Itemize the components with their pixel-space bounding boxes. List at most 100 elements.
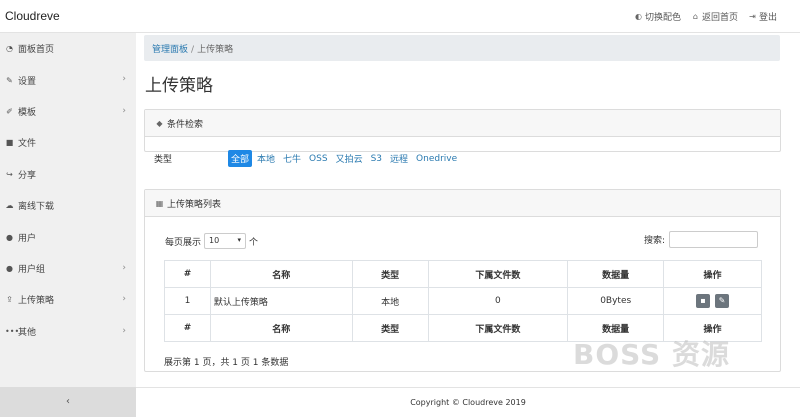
filter-option-local[interactable]: 本地 <box>254 150 278 167</box>
logout-button[interactable]: ⇥ 登出 <box>748 10 777 23</box>
cell-size: 0Bytes <box>567 287 665 315</box>
breadcrumb-current: 上传策略 <box>197 45 234 55</box>
edit-icon: ✎ <box>718 296 726 305</box>
trash-icon: ▪ <box>700 296 706 305</box>
cloud-download-icon: ☁ <box>5 201 14 211</box>
cell-actions: ▪ ✎ <box>663 287 762 315</box>
search-input[interactable] <box>669 231 758 248</box>
filter-option-qiniu[interactable]: 七牛 <box>280 150 304 167</box>
wrench-icon: ✎ <box>6 75 13 85</box>
filter-option-onedrive[interactable]: Onedrive <box>413 152 460 166</box>
sidebar-item-label: 模板 <box>18 107 37 118</box>
column-header-actions: 操作 <box>663 260 762 288</box>
filter-option-upyun[interactable]: 又拍云 <box>333 150 366 167</box>
sidebar-item-upload-policies[interactable]: ⇪ 上传策略 › <box>0 284 136 315</box>
top-actions: ◐ 切换配色 ⌂ 返回首页 ⇥ 登出 <box>634 10 777 23</box>
users-icon: ● <box>6 263 13 273</box>
logout-icon: ⇥ <box>749 12 756 21</box>
column-header-id[interactable]: # <box>164 260 211 288</box>
table-row: 1 默认上传策略 本地 0 0Bytes ▪ ✎ <box>164 287 762 315</box>
edit-button[interactable]: ✎ <box>714 294 729 308</box>
sidebar-item-offline-download[interactable]: ☁ 离线下载 <box>0 190 136 221</box>
column-header-size[interactable]: 数据量 <box>567 260 665 288</box>
chevron-right-icon: › <box>122 262 126 273</box>
watermark: BOSS 资源 <box>573 338 730 371</box>
filter-option-oss[interactable]: OSS <box>306 152 331 166</box>
per-page-select[interactable]: 10 ▾ <box>204 233 247 249</box>
sidebar-item-label: 设置 <box>18 76 37 87</box>
per-page-value: 10 <box>209 236 220 245</box>
filter-card-header: ◆ 条件检索 <box>145 110 780 137</box>
logout-label: 登出 <box>758 13 777 23</box>
home-icon: ⌂ <box>692 12 698 21</box>
sidebar-item-label: 文件 <box>18 139 37 150</box>
top-bar: Cloudreve ◐ 切换配色 ⌂ 返回首页 ⇥ 登出 <box>0 0 800 33</box>
chevron-right-icon: › <box>122 294 126 305</box>
sidebar-item-settings[interactable]: ✎ 设置 › <box>0 64 136 95</box>
toggle-theme-button[interactable]: ◐ 切换配色 <box>634 10 681 23</box>
cell-type: 本地 <box>351 287 429 315</box>
delete-button[interactable]: ▪ <box>696 294 711 308</box>
sidebar-item-shares[interactable]: ↪ 分享 <box>0 159 136 190</box>
column-footer-id: # <box>164 314 211 342</box>
sidebar-item-label: 分享 <box>18 170 37 181</box>
column-header-files[interactable]: 下属文件数 <box>427 260 569 288</box>
sidebar-item-label: 面板首页 <box>18 45 55 56</box>
page-title: 上传策略 <box>145 76 213 96</box>
column-footer-files: 下属文件数 <box>427 314 569 342</box>
sidebar-item-label: 用户组 <box>18 264 46 275</box>
sidebar-collapse-button[interactable]: ‹ <box>0 387 136 417</box>
sidebar-item-users[interactable]: ● 用户 <box>0 221 136 252</box>
upload-icon: ⇪ <box>6 295 13 305</box>
chevron-right-icon: › <box>122 105 126 116</box>
breadcrumb-link-admin[interactable]: 管理面板 <box>152 45 188 55</box>
column-header-name[interactable]: 名称 <box>209 260 353 288</box>
folder-icon: ■ <box>5 138 14 148</box>
policy-list-header: ▦ 上传策略列表 <box>145 190 780 217</box>
back-home-label: 返回首页 <box>701 13 738 23</box>
table-header-row: # 名称 类型 下属文件数 数据量 操作 <box>164 260 762 288</box>
column-header-type[interactable]: 类型 <box>351 260 429 288</box>
caret-down-icon: ▾ <box>237 236 242 244</box>
cell-files: 0 <box>427 287 569 315</box>
filter-option-s3[interactable]: S3 <box>368 152 385 166</box>
filter-row: 类型 全部 本地 七牛 OSS 又拍云 S3 远程 Onedrive <box>154 150 462 167</box>
column-footer-name: 名称 <box>209 314 353 342</box>
toggle-icon: ◐ <box>634 12 642 21</box>
sidebar-item-files[interactable]: ■ 文件 <box>0 127 136 158</box>
filter-option-remote[interactable]: 远程 <box>387 150 411 167</box>
table-icon: ▦ <box>155 198 164 208</box>
per-page-control: 每页展示 10 ▾ 个 <box>165 233 258 249</box>
search-label: 搜索: <box>643 236 665 246</box>
breadcrumb: 管理面板 / 上传策略 <box>144 35 780 61</box>
user-icon: ● <box>6 232 13 242</box>
chevron-right-icon: › <box>122 325 126 336</box>
cell-name: 默认上传策略 <box>209 287 353 315</box>
policy-list-title: 上传策略列表 <box>167 199 222 210</box>
sidebar-item-label: 上传策略 <box>18 296 55 307</box>
toggle-theme-label: 切换配色 <box>644 13 681 23</box>
sidebar-item-label: 用户 <box>18 233 37 244</box>
sidebar-item-user-groups[interactable]: ● 用户组 › <box>0 253 136 284</box>
column-footer-type: 类型 <box>351 314 429 342</box>
pagination-info: 展示第 1 页，共 1 页 1 条数据 <box>164 358 289 368</box>
filter-card: ◆ 条件检索 <box>144 109 781 152</box>
tags-icon: ◆ <box>156 118 163 128</box>
per-page-suffix: 个 <box>249 237 259 248</box>
app-title[interactable]: Cloudreve <box>5 9 60 23</box>
cell-id: 1 <box>164 287 211 315</box>
sidebar-item-dashboard[interactable]: ◔ 面板首页 <box>0 33 136 64</box>
brush-icon: ✐ <box>6 106 13 116</box>
filter-option-all[interactable]: 全部 <box>228 150 253 167</box>
share-icon: ↪ <box>6 169 13 179</box>
footer: Copyright © Cloudreve 2019 <box>136 387 800 417</box>
sidebar-item-label: 其他 <box>18 327 37 338</box>
back-home-button[interactable]: ⌂ 返回首页 <box>691 10 738 23</box>
sidebar-item-templates[interactable]: ✐ 模板 › <box>0 96 136 127</box>
per-page-prefix: 每页展示 <box>165 237 202 248</box>
breadcrumb-separator: / <box>191 45 195 55</box>
search-control: 搜索: <box>644 231 758 248</box>
chevron-right-icon: › <box>122 74 126 85</box>
policy-table: # 名称 类型 下属文件数 数据量 操作 1 默认上传策略 本地 0 0Byte… <box>164 260 762 342</box>
sidebar-item-other[interactable]: ••• 其他 › <box>0 316 136 347</box>
